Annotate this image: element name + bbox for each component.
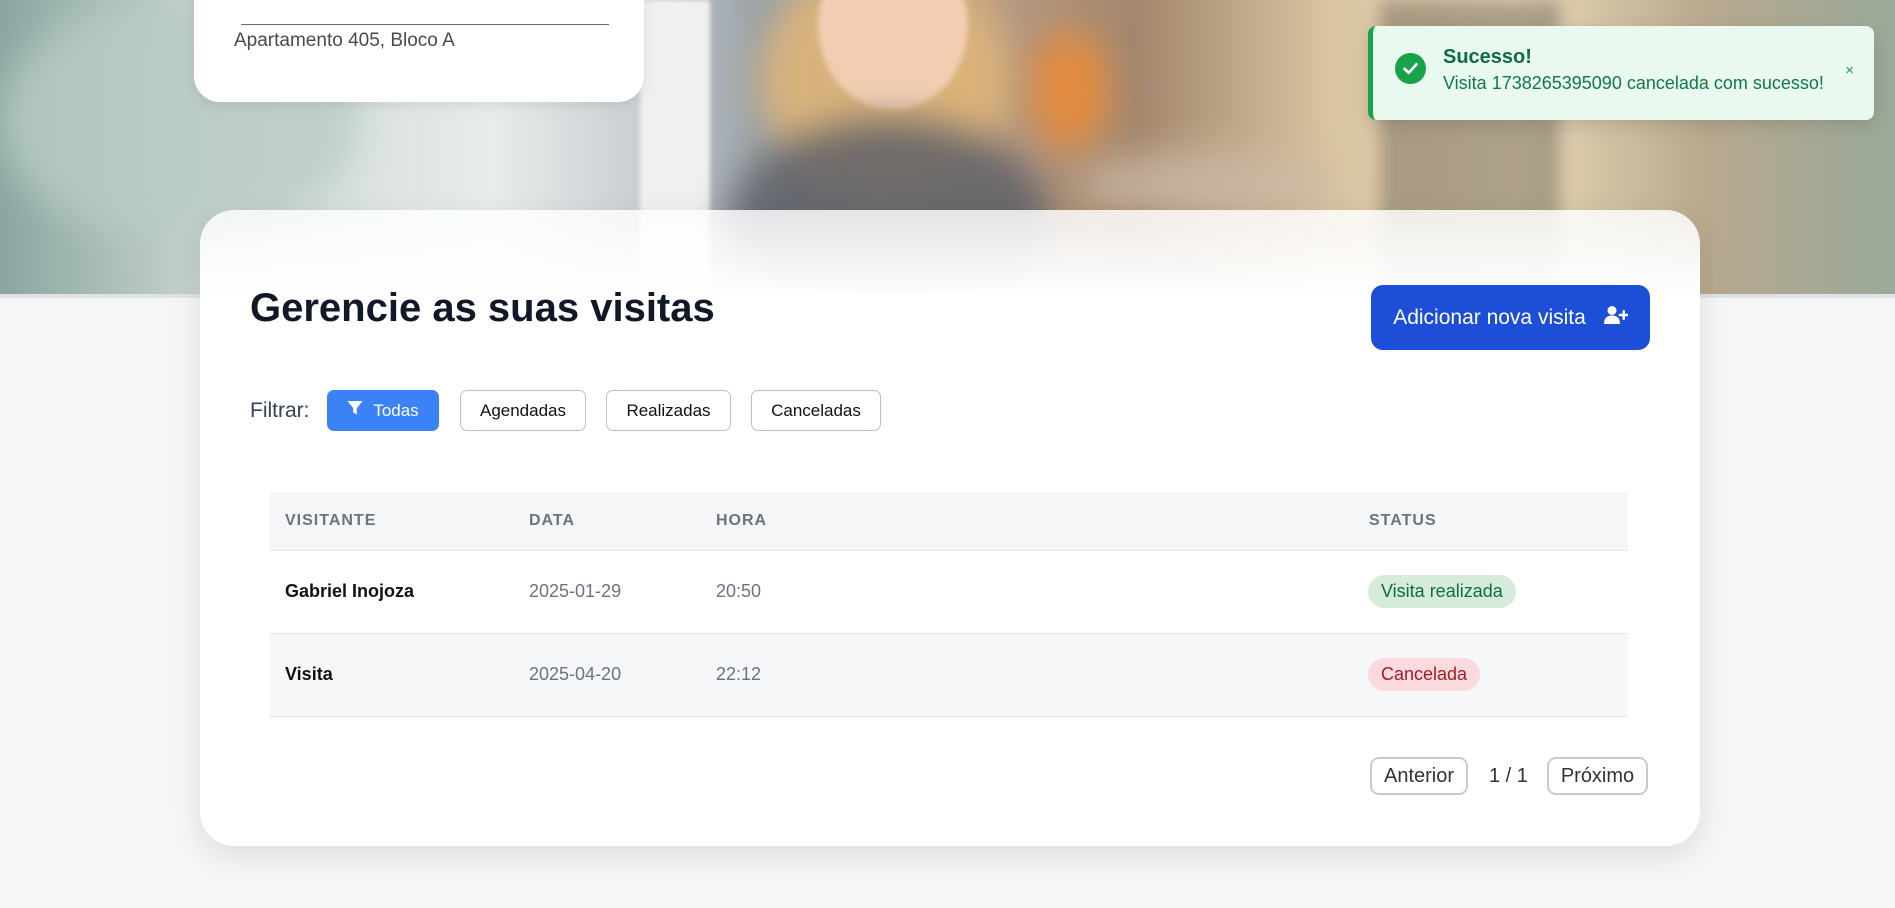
hero-chair <box>1030 30 1110 150</box>
visits-table: VISITANTE DATA HORA STATUS Gabriel Inojo… <box>270 492 1628 717</box>
table-header: VISITANTE DATA HORA STATUS <box>270 492 1628 551</box>
filter-cancelled-button[interactable]: Canceladas <box>751 390 881 431</box>
toast-message: Visita 1738265395090 cancelada com suces… <box>1443 73 1824 93</box>
toast-close-button[interactable]: × <box>1845 62 1854 79</box>
visit-time: 22:12 <box>716 664 762 684</box>
table-row[interactable]: Gabriel Inojoza 2025-01-29 20:50 Visita … <box>270 551 1628 634</box>
filter-icon <box>347 400 363 421</box>
residence-address: Apartamento 405, Bloco A <box>234 30 455 51</box>
filter-all-button[interactable]: Todas <box>327 390 439 431</box>
filter-all-label: Todas <box>373 400 419 420</box>
visits-card: Gerencie as suas visitas Adicionar nova … <box>200 210 1700 846</box>
filter-completed-button[interactable]: Realizadas <box>606 390 731 431</box>
toast-title: Sucesso! <box>1443 46 1532 68</box>
page-title: Gerencie as suas visitas <box>250 286 715 330</box>
previous-page-button[interactable]: Anterior <box>1370 757 1468 795</box>
table-row[interactable]: Visita 2025-04-20 22:12 Cancelada <box>270 634 1628 717</box>
success-toast: Sucesso! Visita 1738265395090 cancelada … <box>1368 26 1874 120</box>
page-indicator: 1 / 1 <box>1489 765 1528 787</box>
visit-date: 2025-04-20 <box>529 664 622 684</box>
add-visit-button[interactable]: Adicionar nova visita <box>1371 285 1650 350</box>
column-header-time: HORA <box>716 512 768 529</box>
column-header-visitor: VISITANTE <box>285 512 377 529</box>
visitor-name: Gabriel Inojoza <box>285 581 415 601</box>
visit-time: 20:50 <box>716 581 762 601</box>
column-header-status: STATUS <box>1369 512 1437 529</box>
visit-date: 2025-01-29 <box>529 581 622 601</box>
user-plus-icon <box>1603 305 1629 331</box>
add-visit-label: Adicionar nova visita <box>1393 305 1586 329</box>
check-circle-icon <box>1395 53 1426 84</box>
divider <box>241 24 609 25</box>
column-header-date: DATA <box>529 512 576 529</box>
status-badge: Cancelada <box>1368 658 1481 691</box>
residence-card: Apartamento 405, Bloco A <box>194 0 644 102</box>
filter-scheduled-button[interactable]: Agendadas <box>460 390 586 431</box>
next-page-button[interactable]: Próximo <box>1547 757 1648 795</box>
visitor-name: Visita <box>285 664 333 684</box>
filter-label: Filtrar: <box>250 399 310 422</box>
status-badge: Visita realizada <box>1368 575 1516 608</box>
